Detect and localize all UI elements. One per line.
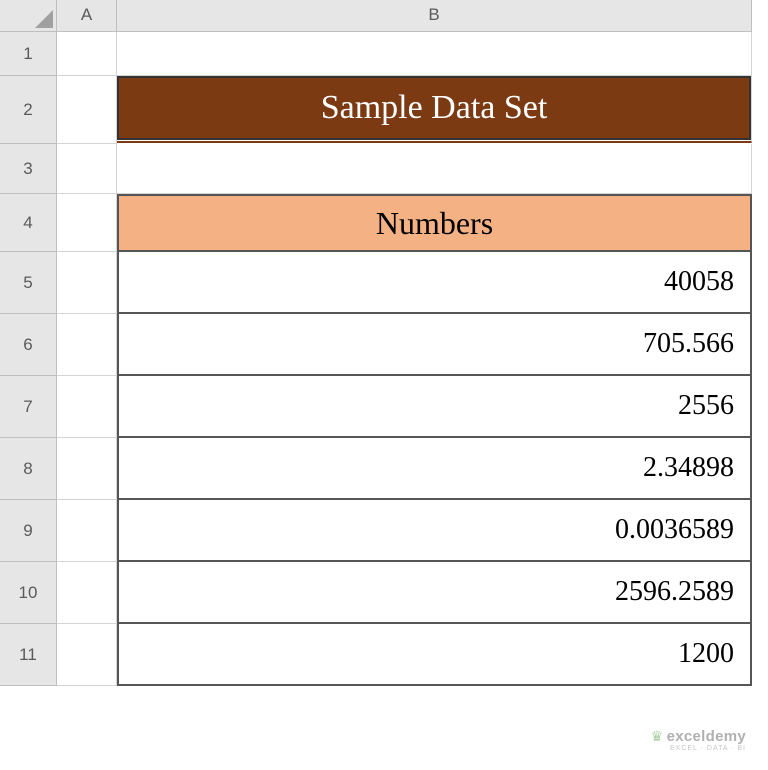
watermark-brand: exceldemy — [667, 728, 746, 745]
data-cell[interactable]: 1200 — [117, 624, 752, 686]
data-value: 1200 — [678, 638, 734, 670]
data-value: 2556 — [678, 390, 734, 422]
data-cell[interactable]: 705.566 — [117, 314, 752, 376]
cell-A2[interactable] — [57, 76, 117, 144]
row-header-3[interactable]: 3 — [0, 144, 57, 194]
row-header-7[interactable]: 7 — [0, 376, 57, 438]
data-cell[interactable]: 40058 — [117, 252, 752, 314]
col-header-B[interactable]: B — [117, 0, 752, 32]
row-header-4[interactable]: 4 — [0, 194, 57, 252]
crown-icon: ♛ — [651, 728, 664, 744]
column-headers-row: A B — [0, 0, 768, 32]
cell-A7[interactable] — [57, 376, 117, 438]
cell-A11[interactable] — [57, 624, 117, 686]
row-header-10[interactable]: 10 — [0, 562, 57, 624]
cell-A3[interactable] — [57, 144, 117, 194]
cell-A4[interactable] — [57, 194, 117, 252]
data-cell[interactable]: 2.34898 — [117, 438, 752, 500]
cell-A5[interactable] — [57, 252, 117, 314]
data-cell[interactable]: 2556 — [117, 376, 752, 438]
col-header-A[interactable]: A — [57, 0, 117, 32]
row-header-2[interactable]: 2 — [0, 76, 57, 144]
table-header-cell[interactable]: Numbers — [117, 194, 752, 252]
cell-A1[interactable] — [57, 32, 117, 76]
cell-B3[interactable] — [117, 144, 752, 194]
watermark: ♛ exceldemy EXCEL · DATA · BI — [651, 728, 746, 752]
cell-A8[interactable] — [57, 438, 117, 500]
row-header-11[interactable]: 11 — [0, 624, 57, 686]
grid-body: 1 2 Sample Data Set 3 4 Numbers 5 40058 … — [0, 32, 768, 686]
watermark-tagline: EXCEL · DATA · BI — [651, 745, 746, 752]
data-value: 705.566 — [643, 328, 734, 360]
data-cell[interactable]: 0.0036589 — [117, 500, 752, 562]
data-value: 40058 — [664, 266, 734, 298]
data-value: 0.0036589 — [615, 514, 734, 546]
cell-A6[interactable] — [57, 314, 117, 376]
title-cell[interactable]: Sample Data Set — [117, 76, 752, 144]
row-header-8[interactable]: 8 — [0, 438, 57, 500]
data-value: 2.34898 — [643, 452, 734, 484]
row-header-5[interactable]: 5 — [0, 252, 57, 314]
row-header-6[interactable]: 6 — [0, 314, 57, 376]
row-header-1[interactable]: 1 — [0, 32, 57, 76]
row-header-9[interactable]: 9 — [0, 500, 57, 562]
cell-A10[interactable] — [57, 562, 117, 624]
data-value: 2596.2589 — [615, 576, 734, 608]
select-all-corner[interactable] — [0, 0, 57, 32]
cell-A9[interactable] — [57, 500, 117, 562]
title-text: Sample Data Set — [321, 89, 548, 127]
data-cell[interactable]: 2596.2589 — [117, 562, 752, 624]
table-header-text: Numbers — [376, 205, 493, 242]
cell-B1[interactable] — [117, 32, 752, 76]
